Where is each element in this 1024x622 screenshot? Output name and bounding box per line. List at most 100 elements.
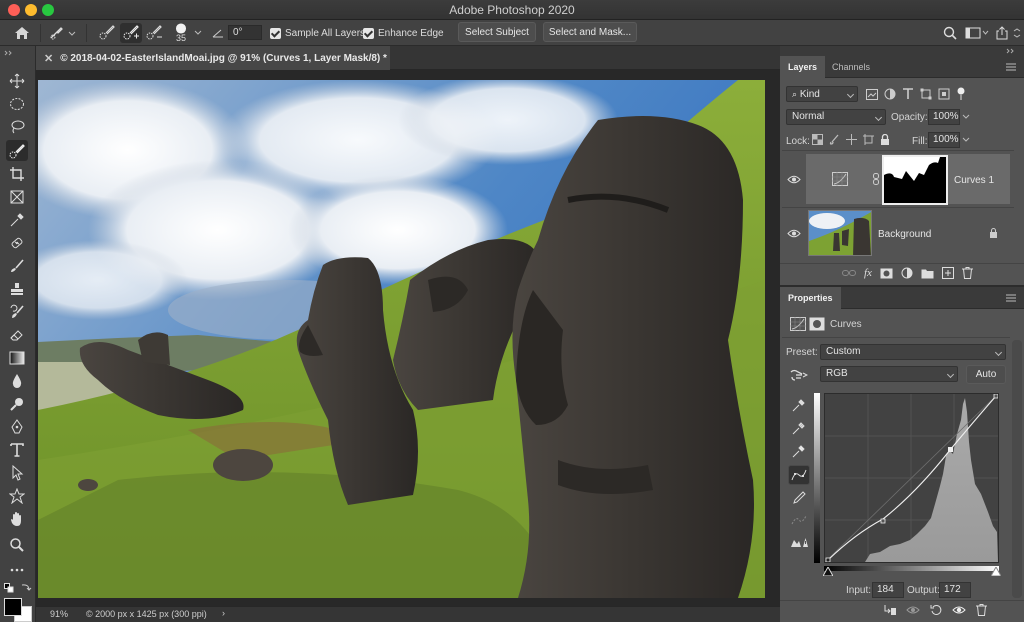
more-tools-icon[interactable] (6, 559, 28, 580)
fx-icon[interactable]: fx (864, 267, 872, 279)
crop-tool-icon[interactable] (6, 163, 28, 184)
layer-filter-kind-dropdown[interactable]: ⌕ Kind (786, 86, 858, 102)
workspace-switcher-icon[interactable] (964, 23, 990, 43)
quick-selection-tool-icon[interactable] (6, 140, 28, 161)
auto-button[interactable]: Auto (966, 365, 1006, 384)
brush-size-picker[interactable]: 35 (170, 23, 192, 43)
tool-preset-picker[interactable] (48, 23, 78, 43)
document-tab[interactable]: ✕ © 2018-04-02-EasterIslandMoai.jpg @ 91… (36, 46, 390, 70)
lock-artboard-icon[interactable] (863, 134, 874, 145)
lock-image-pixels-icon[interactable] (829, 134, 840, 145)
mask-icon[interactable] (809, 317, 825, 331)
marquee-tool-icon[interactable] (6, 93, 28, 114)
visibility-eye-icon[interactable] (787, 175, 801, 184)
angle-input[interactable]: 0° (228, 25, 262, 40)
type-tool-icon[interactable] (6, 439, 28, 460)
link-icon[interactable] (873, 173, 879, 185)
new-selection-icon[interactable] (96, 23, 118, 43)
sample-gray-point-icon[interactable] (788, 418, 810, 438)
input-value-field[interactable]: 184 (872, 582, 904, 598)
history-brush-tool-icon[interactable] (6, 301, 28, 322)
white-point-slider[interactable] (991, 567, 1001, 576)
enhance-edge-checkbox[interactable]: Enhance Edge (363, 26, 444, 40)
add-mask-icon[interactable] (880, 268, 893, 279)
frame-tool-icon[interactable] (6, 186, 28, 207)
collapse-toolbar-icon[interactable] (4, 48, 32, 56)
new-group-icon[interactable] (921, 268, 934, 279)
eyedropper-tool-icon[interactable] (6, 209, 28, 230)
new-adjustment-layer-icon[interactable] (901, 267, 913, 279)
zoom-level[interactable]: 91% (50, 609, 68, 619)
photo-canvas-easter-island-moai[interactable] (38, 80, 765, 598)
layer-mask-thumbnail[interactable] (882, 155, 948, 205)
new-layer-icon[interactable] (941, 267, 954, 279)
move-tool-icon[interactable] (6, 70, 28, 91)
custom-shape-tool-icon[interactable] (6, 485, 28, 506)
dodge-tool-icon[interactable] (6, 393, 28, 414)
subtract-from-selection-icon[interactable] (143, 23, 165, 43)
preset-dropdown[interactable]: Custom (820, 344, 1006, 360)
chevron-down-icon[interactable] (193, 23, 203, 43)
swap-colors-icon[interactable] (20, 582, 32, 592)
link-layers-icon[interactable] (842, 268, 856, 278)
properties-scrollbar[interactable] (1012, 340, 1022, 598)
options-arrows-icon[interactable] (1011, 23, 1023, 43)
path-selection-tool-icon[interactable] (6, 462, 28, 483)
draw-curve-pencil-icon[interactable] (788, 488, 810, 508)
visibility-eye-icon[interactable] (787, 229, 801, 238)
sample-black-point-icon[interactable] (788, 395, 810, 415)
toggle-visibility-icon[interactable] (952, 605, 966, 615)
tab-layers[interactable]: Layers (780, 56, 826, 78)
opacity-input[interactable]: 100% (928, 109, 960, 125)
delete-adjustment-icon[interactable] (976, 604, 987, 616)
edit-points-curve-icon[interactable] (788, 465, 810, 485)
select-subject-button[interactable]: Select Subject (458, 22, 536, 42)
clone-stamp-tool-icon[interactable] (6, 278, 28, 299)
filter-adjustment-layers-icon[interactable] (884, 88, 896, 100)
select-and-mask-button[interactable]: Select and Mask... (543, 22, 637, 42)
channel-dropdown[interactable]: RGB (820, 366, 958, 382)
lock-transparent-pixels-icon[interactable] (812, 134, 823, 145)
blur-tool-icon[interactable] (6, 370, 28, 391)
hand-tool-icon[interactable] (6, 508, 28, 529)
reset-icon[interactable] (930, 604, 942, 616)
foreground-color-swatch[interactable] (4, 598, 22, 616)
layer-name-background[interactable]: Background (878, 229, 931, 240)
eraser-tool-icon[interactable] (6, 324, 28, 345)
filter-toggle-icon[interactable] (956, 87, 966, 101)
curves-graph[interactable] (824, 393, 999, 563)
smooth-curve-icon[interactable] (788, 510, 810, 530)
blend-mode-dropdown[interactable]: Normal (786, 109, 886, 125)
black-point-slider[interactable] (823, 567, 833, 576)
sample-white-point-icon[interactable] (788, 441, 810, 461)
tab-channels[interactable]: Channels (824, 56, 878, 78)
pen-tool-icon[interactable] (6, 416, 28, 437)
lock-position-icon[interactable] (846, 134, 857, 145)
sample-all-layers-checkbox[interactable]: Sample All Layers (270, 26, 365, 40)
brush-tool-icon[interactable] (6, 255, 28, 276)
clip-to-layer-icon[interactable] (882, 604, 896, 616)
filter-pixel-layers-icon[interactable] (866, 88, 878, 100)
targeted-adjustment-icon[interactable] (788, 368, 808, 382)
share-icon[interactable] (994, 23, 1010, 43)
filter-type-layers-icon[interactable] (902, 88, 914, 100)
fill-input[interactable]: 100% (928, 132, 960, 148)
chevron-right-icon[interactable]: › (222, 608, 225, 618)
clipping-warning-icon[interactable] (788, 532, 810, 552)
healing-brush-tool-icon[interactable] (6, 232, 28, 253)
background-layer-thumbnail[interactable] (808, 210, 872, 256)
lasso-tool-icon[interactable] (6, 116, 28, 137)
filter-shape-layers-icon[interactable] (920, 88, 932, 100)
output-value-field[interactable]: 172 (939, 582, 971, 598)
close-icon[interactable]: ✕ (44, 52, 53, 65)
lock-all-icon[interactable] (880, 134, 890, 145)
layer-name-curves-1[interactable]: Curves 1 (954, 175, 994, 186)
home-icon[interactable] (10, 23, 34, 43)
view-previous-state-icon[interactable] (906, 604, 920, 616)
panel-collapse-bar[interactable] (780, 46, 1024, 56)
delete-layer-icon[interactable] (961, 267, 973, 279)
panel-menu-icon[interactable] (1006, 293, 1016, 303)
tab-properties[interactable]: Properties (780, 287, 841, 309)
gradient-tool-icon[interactable] (6, 347, 28, 368)
add-to-selection-icon[interactable] (120, 23, 142, 43)
